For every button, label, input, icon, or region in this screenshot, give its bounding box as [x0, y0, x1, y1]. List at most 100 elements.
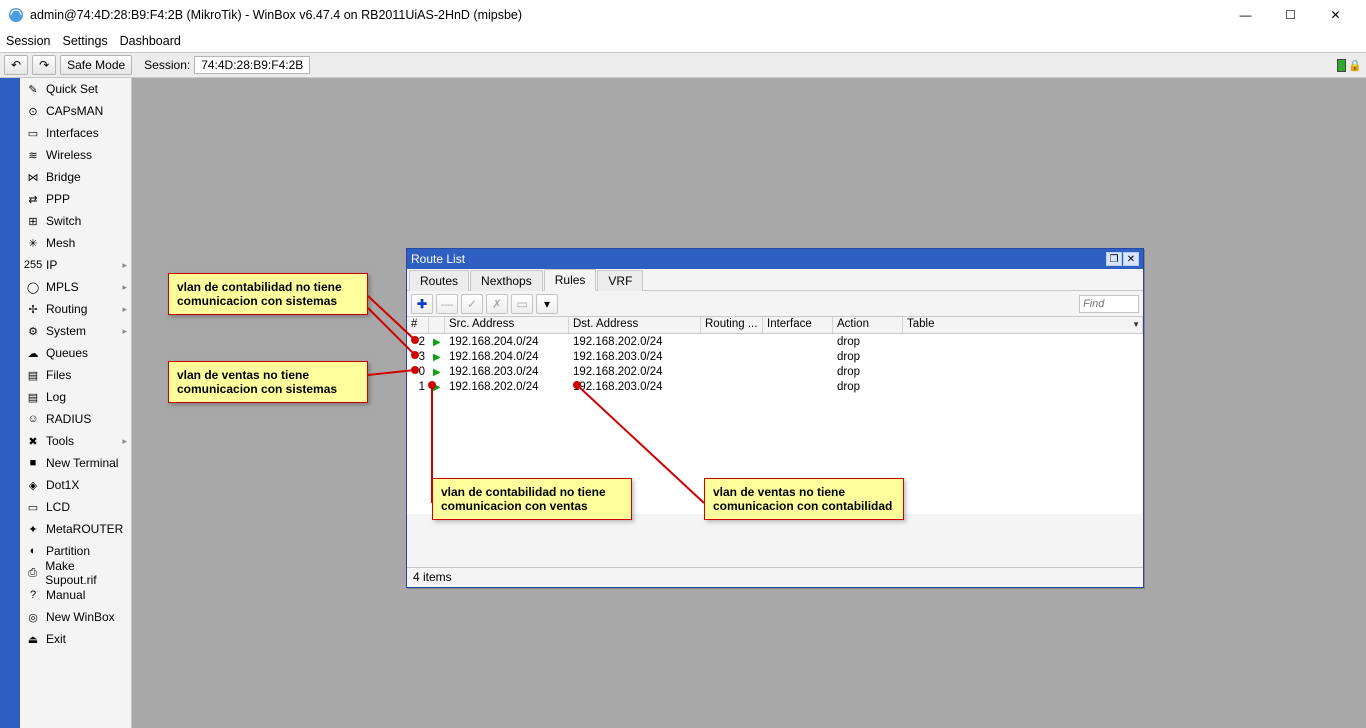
table-row[interactable]: 0▶192.168.203.0/24192.168.202.0/24drop [407, 364, 1143, 379]
chevron-down-icon[interactable]: ▼ [1132, 320, 1140, 329]
col-table[interactable]: Table▼ [903, 317, 1143, 333]
play-icon: ▶ [433, 367, 443, 378]
sidebar-item-label: Tools [46, 434, 74, 448]
sidebar-item-make-supout-rif[interactable]: ⎙Make Supout.rif [20, 562, 131, 584]
sidebar-item-files[interactable]: ▤Files [20, 364, 131, 386]
sidebar-item-system[interactable]: ⚙System▸ [20, 320, 131, 342]
sidebar-item-new-winbox[interactable]: ◎New WinBox [20, 606, 131, 628]
find-input[interactable] [1079, 295, 1139, 313]
sidebar-item-label: Exit [46, 632, 66, 646]
sidebar-item-label: Mesh [46, 236, 75, 250]
tab-routes[interactable]: Routes [409, 270, 469, 291]
tab-rules[interactable]: Rules [544, 269, 597, 291]
sidebar-item-dot1x[interactable]: ◈Dot1X [20, 474, 131, 496]
sidebar: ✎Quick Set⊙CAPsMAN▭Interfaces ≋ Wireless ⋈B… [20, 78, 132, 728]
sidebar-icon: 255 [26, 258, 40, 272]
sidebar-item-manual[interactable]: ? Manual [20, 584, 131, 606]
comment-button[interactable]: ▭ [511, 294, 533, 314]
col-routing[interactable]: Routing ... [701, 317, 763, 333]
minimize-button[interactable]: — [1223, 0, 1268, 30]
sidebar-item-capsman[interactable]: ⊙CAPsMAN [20, 100, 131, 122]
sidebar-item-label: Log [46, 390, 66, 404]
session-value: 74:4D:28:B9:F4:2B [194, 56, 310, 74]
sidebar-item-queues[interactable]: ☁Queues [20, 342, 131, 364]
sidebar-icon: ◐ [26, 544, 40, 558]
sidebar-icon: ≋ [26, 148, 40, 162]
sidebar-item-routing[interactable]: ✢Routing▸ [20, 298, 131, 320]
sidebar-item-wireless[interactable]: ≋ Wireless [20, 144, 131, 166]
remove-button[interactable]: — [436, 294, 458, 314]
sidebar-item-switch[interactable]: ⊞Switch [20, 210, 131, 232]
col-action[interactable]: Action [833, 317, 903, 333]
sidebar-icon: ✖ [26, 434, 40, 448]
col-flag[interactable] [429, 317, 445, 333]
col-src[interactable]: Src. Address [445, 317, 569, 333]
inwin-restore-button[interactable]: ❐ [1106, 252, 1122, 266]
sidebar-icon: ? [26, 588, 40, 602]
table-row[interactable]: 1▶192.168.202.0/24192.168.203.0/24drop [407, 379, 1143, 394]
app-icon [8, 7, 24, 23]
enable-button[interactable]: ✓ [461, 294, 483, 314]
table-row[interactable]: 2▶192.168.204.0/24192.168.202.0/24drop [407, 334, 1143, 349]
undo-button[interactable]: ↶ [4, 55, 28, 75]
sidebar-item-label: System [46, 324, 86, 338]
safe-mode-button[interactable]: Safe Mode [60, 55, 132, 75]
table-row[interactable]: 3▶192.168.204.0/24192.168.203.0/24drop [407, 349, 1143, 364]
sidebar-item-label: MPLS [46, 280, 79, 294]
route-list-titlebar[interactable]: Route List ❐ ✕ [407, 249, 1143, 269]
sidebar-item-label: Routing [46, 302, 87, 316]
maximize-button[interactable]: ☐ [1268, 0, 1313, 30]
sidebar-item-label: Bridge [46, 170, 81, 184]
sidebar-item-label: LCD [46, 500, 70, 514]
sidebar-item-log[interactable]: ▤Log [20, 386, 131, 408]
sidebar-icon: ⇄ [26, 192, 40, 206]
sidebar-item-mpls[interactable]: ◯MPLS▸ [20, 276, 131, 298]
annotation-2: vlan de ventas no tiene comunicacion con… [168, 361, 368, 403]
tab-vrf[interactable]: VRF [597, 270, 643, 291]
submenu-arrow-icon: ▸ [122, 436, 127, 447]
sidebar-item-mesh[interactable]: ✳Mesh [20, 232, 131, 254]
sidebar-item-label: MetaROUTER [46, 522, 123, 536]
tab-nexthops[interactable]: Nexthops [470, 270, 543, 291]
route-list-tabs: RoutesNexthopsRulesVRF [407, 269, 1143, 291]
route-list-window: Route List ❐ ✕ RoutesNexthopsRulesVRF ✚ … [406, 248, 1144, 588]
sidebar-item-tools[interactable]: ✖ Tools ▸ [20, 430, 131, 452]
brand-text: RouterOS WinBox [0, 616, 2, 722]
sidebar-item-ppp[interactable]: ⇄ PPP [20, 188, 131, 210]
col-dst[interactable]: Dst. Address [569, 317, 701, 333]
inwin-close-button[interactable]: ✕ [1123, 252, 1139, 266]
session-label: Session: [144, 58, 190, 72]
mdi-desktop: Route List ❐ ✕ RoutesNexthopsRulesVRF ✚ … [132, 78, 1366, 728]
sidebar-icon: ▤ [26, 368, 40, 382]
sidebar-item-radius[interactable]: ☺RADIUS [20, 408, 131, 430]
sidebar-item-label: CAPsMAN [46, 104, 103, 118]
sidebar-item-label: Wireless [46, 148, 92, 162]
menu-session[interactable]: Session [6, 34, 50, 48]
menu-settings[interactable]: Settings [62, 34, 107, 48]
sidebar-item-exit[interactable]: ⏏Exit [20, 628, 131, 650]
sidebar-item-ip[interactable]: 255IP▸ [20, 254, 131, 276]
col-interface[interactable]: Interface [763, 317, 833, 333]
sidebar-item-metarouter[interactable]: ✦MetaROUTER [20, 518, 131, 540]
disable-button[interactable]: ✗ [486, 294, 508, 314]
redo-button[interactable]: ↷ [32, 55, 56, 75]
add-button[interactable]: ✚ [411, 294, 433, 314]
sidebar-item-quick-set[interactable]: ✎Quick Set [20, 78, 131, 100]
sidebar-item-lcd[interactable]: ▭LCD [20, 496, 131, 518]
menu-dashboard[interactable]: Dashboard [120, 34, 181, 48]
sidebar-item-bridge[interactable]: ⋈Bridge [20, 166, 131, 188]
close-button[interactable]: ✕ [1313, 0, 1358, 30]
col-idx[interactable]: # [407, 317, 429, 333]
sidebar-item-new-terminal[interactable]: ■New Terminal [20, 452, 131, 474]
sidebar-item-label: Manual [46, 588, 85, 602]
filter-button[interactable]: ▾ [536, 294, 558, 314]
play-icon: ▶ [433, 382, 443, 393]
sidebar-item-label: PPP [46, 192, 70, 206]
submenu-arrow-icon: ▸ [122, 304, 127, 315]
sidebar-icon: ☺ [26, 412, 40, 426]
sidebar-item-label: IP [46, 258, 57, 272]
sidebar-item-interfaces[interactable]: ▭Interfaces [20, 122, 131, 144]
play-icon: ▶ [433, 337, 443, 348]
sidebar-item-label: Switch [46, 214, 81, 228]
window-titlebar: admin@74:4D:28:B9:F4:2B (MikroTik) - Win… [0, 0, 1366, 30]
